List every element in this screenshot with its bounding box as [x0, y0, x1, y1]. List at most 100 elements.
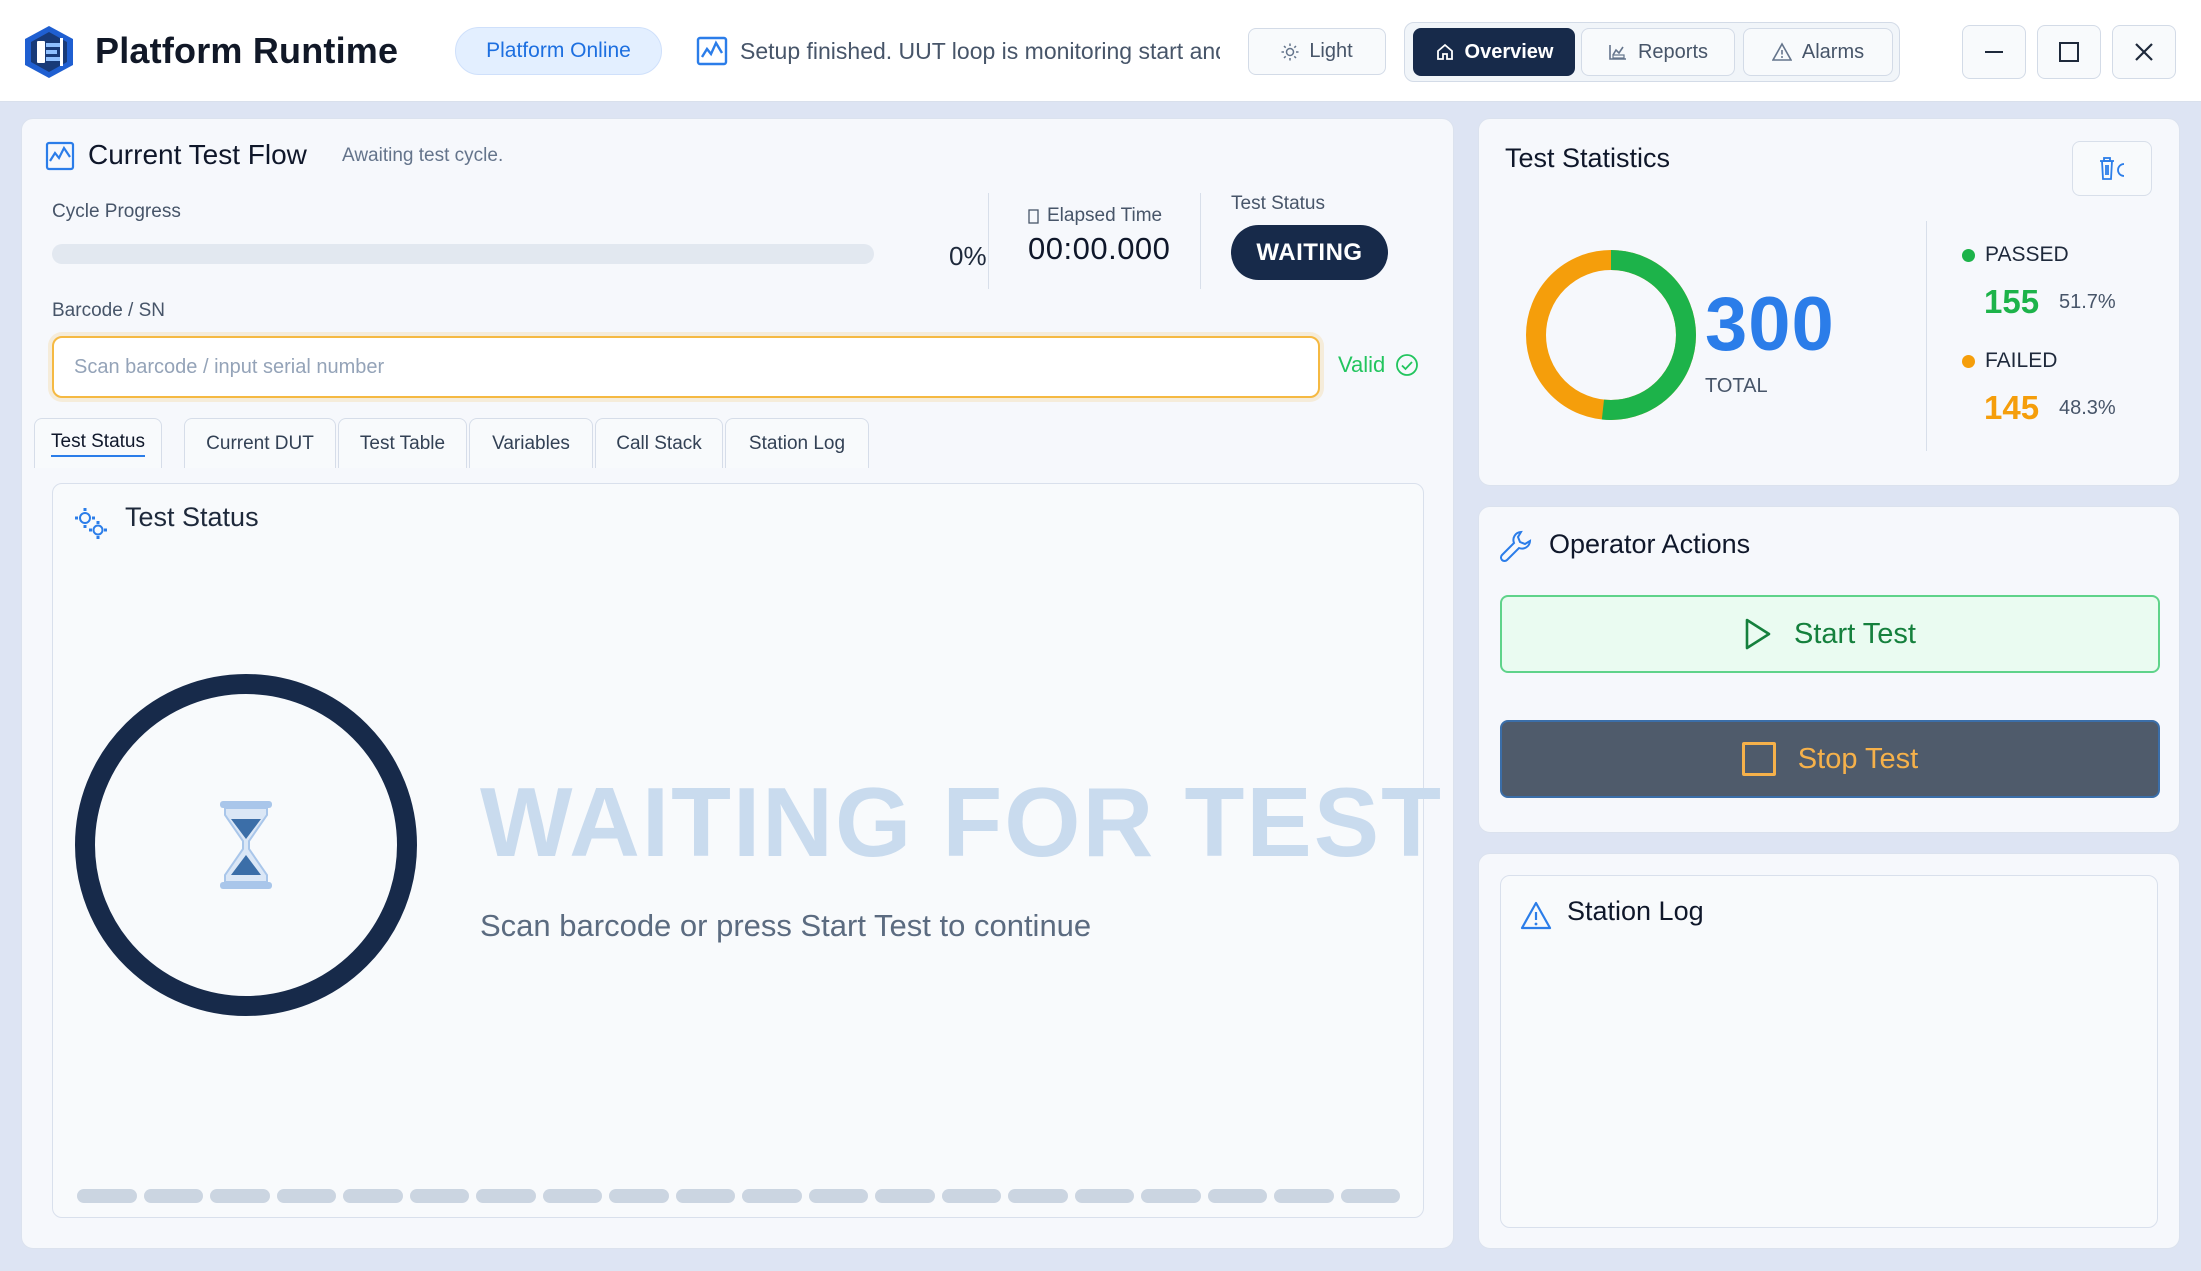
step-segment — [609, 1189, 669, 1203]
total-label: TOTAL — [1705, 375, 1768, 397]
legend-failed: FAILED — [1962, 349, 2057, 373]
app-logo-icon — [25, 26, 73, 78]
cycle-progress-bar — [52, 244, 874, 264]
barcode-valid-indicator: Valid — [1338, 352, 1419, 378]
station-log-title: Station Log — [1567, 896, 1704, 926]
step-segment — [542, 1189, 602, 1203]
maximize-button[interactable] — [2037, 25, 2101, 79]
divider — [1926, 221, 1927, 451]
step-segment — [941, 1189, 1001, 1203]
warning-icon — [1771, 42, 1792, 61]
sun-icon — [1281, 43, 1299, 60]
station-log-card: Station Log — [1500, 875, 2158, 1228]
tab-call-stack[interactable]: Call Stack — [595, 418, 723, 468]
passed-percent: 51.7% — [2059, 291, 2116, 313]
failed-dot — [1962, 354, 1975, 368]
platform-online-badge: Platform Online — [455, 27, 662, 75]
reset-stats-button[interactable] — [2072, 141, 2152, 196]
step-segment — [476, 1189, 536, 1203]
step-segment — [276, 1189, 336, 1203]
warning-icon — [1520, 901, 1552, 930]
status-message: Setup finished. UUT loop is monitoring s… — [740, 38, 1220, 64]
waiting-instruction-text: Scan barcode or press Start Test to cont… — [480, 908, 1092, 943]
step-segment — [1008, 1189, 1068, 1203]
wrench-icon — [1499, 530, 1532, 563]
home-icon — [1436, 43, 1453, 60]
activity-chart-icon — [45, 141, 75, 171]
step-segment — [742, 1189, 802, 1203]
trash-icon — [2100, 156, 2125, 180]
cycle-progress-percent: 0% — [949, 241, 987, 271]
step-segment — [675, 1189, 735, 1203]
waiting-ring — [75, 674, 417, 1016]
close-button[interactable] — [2112, 25, 2176, 79]
start-test-button[interactable]: Start Test — [1500, 595, 2160, 673]
chart-icon — [1609, 45, 1626, 60]
failed-percent: 48.3% — [2059, 397, 2116, 419]
flow-title: Current Test Flow — [88, 139, 307, 170]
step-segment — [1141, 1189, 1201, 1203]
operator-actions-panel: Operator Actions Start Test Stop Test — [1478, 506, 2180, 833]
stats-title: Test Statistics — [1505, 143, 1671, 173]
minimize-button[interactable] — [1962, 25, 2026, 79]
tab-test-status[interactable]: Test Status — [34, 418, 162, 468]
cycle-progress-label: Cycle Progress — [52, 201, 181, 222]
app-header: Platform Runtime Platform Online Setup f… — [0, 0, 2201, 102]
maximize-icon — [2059, 42, 2079, 62]
test-status-badge: WAITING — [1231, 225, 1388, 280]
legend-passed: PASSED — [1962, 243, 2069, 267]
nav-alarms-label: Alarms — [1801, 40, 1865, 63]
barcode-label: Barcode / SN — [52, 300, 165, 321]
passed-dot — [1962, 248, 1975, 262]
start-test-label: Start Test — [1794, 617, 1916, 650]
step-segment — [1274, 1189, 1334, 1203]
step-segment — [77, 1189, 137, 1203]
passed-label: PASSED — [1985, 243, 2069, 266]
nav-reports-button[interactable]: Reports — [1581, 28, 1735, 76]
valid-label: Valid — [1338, 352, 1386, 377]
main-nav: Overview Reports Alarms — [1404, 22, 1900, 82]
tab-test-table[interactable]: Test Table — [338, 418, 467, 468]
nav-alarms-button[interactable]: Alarms — [1743, 28, 1893, 76]
waiting-for-test-text: WAITING FOR TEST — [480, 767, 1443, 877]
step-segment — [1340, 1189, 1400, 1203]
minimize-icon — [1985, 51, 2003, 53]
passed-count: 155 — [1984, 283, 2040, 320]
step-segment — [875, 1189, 935, 1203]
barcode-input[interactable] — [52, 336, 1320, 398]
operator-actions-title: Operator Actions — [1549, 529, 1751, 559]
tab-variables[interactable]: Variables — [469, 418, 593, 468]
step-segment — [343, 1189, 403, 1203]
tab-current-dut[interactable]: Current DUT — [184, 418, 336, 468]
nav-overview-label: Overview — [1464, 40, 1554, 63]
app-title: Platform Runtime — [95, 30, 399, 71]
elapsed-time-label-text: Elapsed Time — [1047, 205, 1163, 226]
station-log-panel: Station Log — [1478, 853, 2180, 1249]
step-segment — [409, 1189, 469, 1203]
test-statistics-panel: Test Statistics 300 TOTAL PASSED 155 51.… — [1478, 118, 2180, 486]
total-count: 300 — [1705, 282, 1835, 367]
nav-reports-label: Reports — [1637, 40, 1709, 63]
hourglass-icon — [220, 801, 272, 889]
gears-icon — [75, 508, 107, 539]
current-test-flow-panel: Current Test Flow Awaiting test cycle. C… — [21, 118, 1454, 1249]
step-segment — [1207, 1189, 1267, 1203]
test-status-card: Test Status WAITING FOR TEST Scan barcod… — [52, 483, 1441, 1218]
failed-label: FAILED — [1985, 349, 2058, 372]
theme-toggle-label: Light — [1309, 40, 1353, 62]
elapsed-time-label: Elapsed Time — [1028, 205, 1162, 227]
test-status-label: Test Status — [1231, 193, 1325, 214]
step-segment — [143, 1189, 203, 1203]
stop-test-button[interactable]: Stop Test — [1500, 720, 2160, 798]
theme-toggle-button[interactable]: Light — [1248, 28, 1386, 75]
pass-fail-donut-chart — [1526, 250, 1696, 420]
failed-count: 145 — [1984, 389, 2040, 426]
tab-station-log[interactable]: Station Log — [725, 418, 869, 468]
close-icon — [2135, 43, 2153, 61]
divider — [1200, 193, 1201, 289]
timer-icon — [1028, 208, 1039, 224]
nav-overview-button[interactable]: Overview — [1413, 28, 1575, 76]
step-segment — [1074, 1189, 1134, 1203]
stop-test-label: Stop Test — [1797, 742, 1919, 775]
activity-chart-icon — [696, 36, 728, 66]
